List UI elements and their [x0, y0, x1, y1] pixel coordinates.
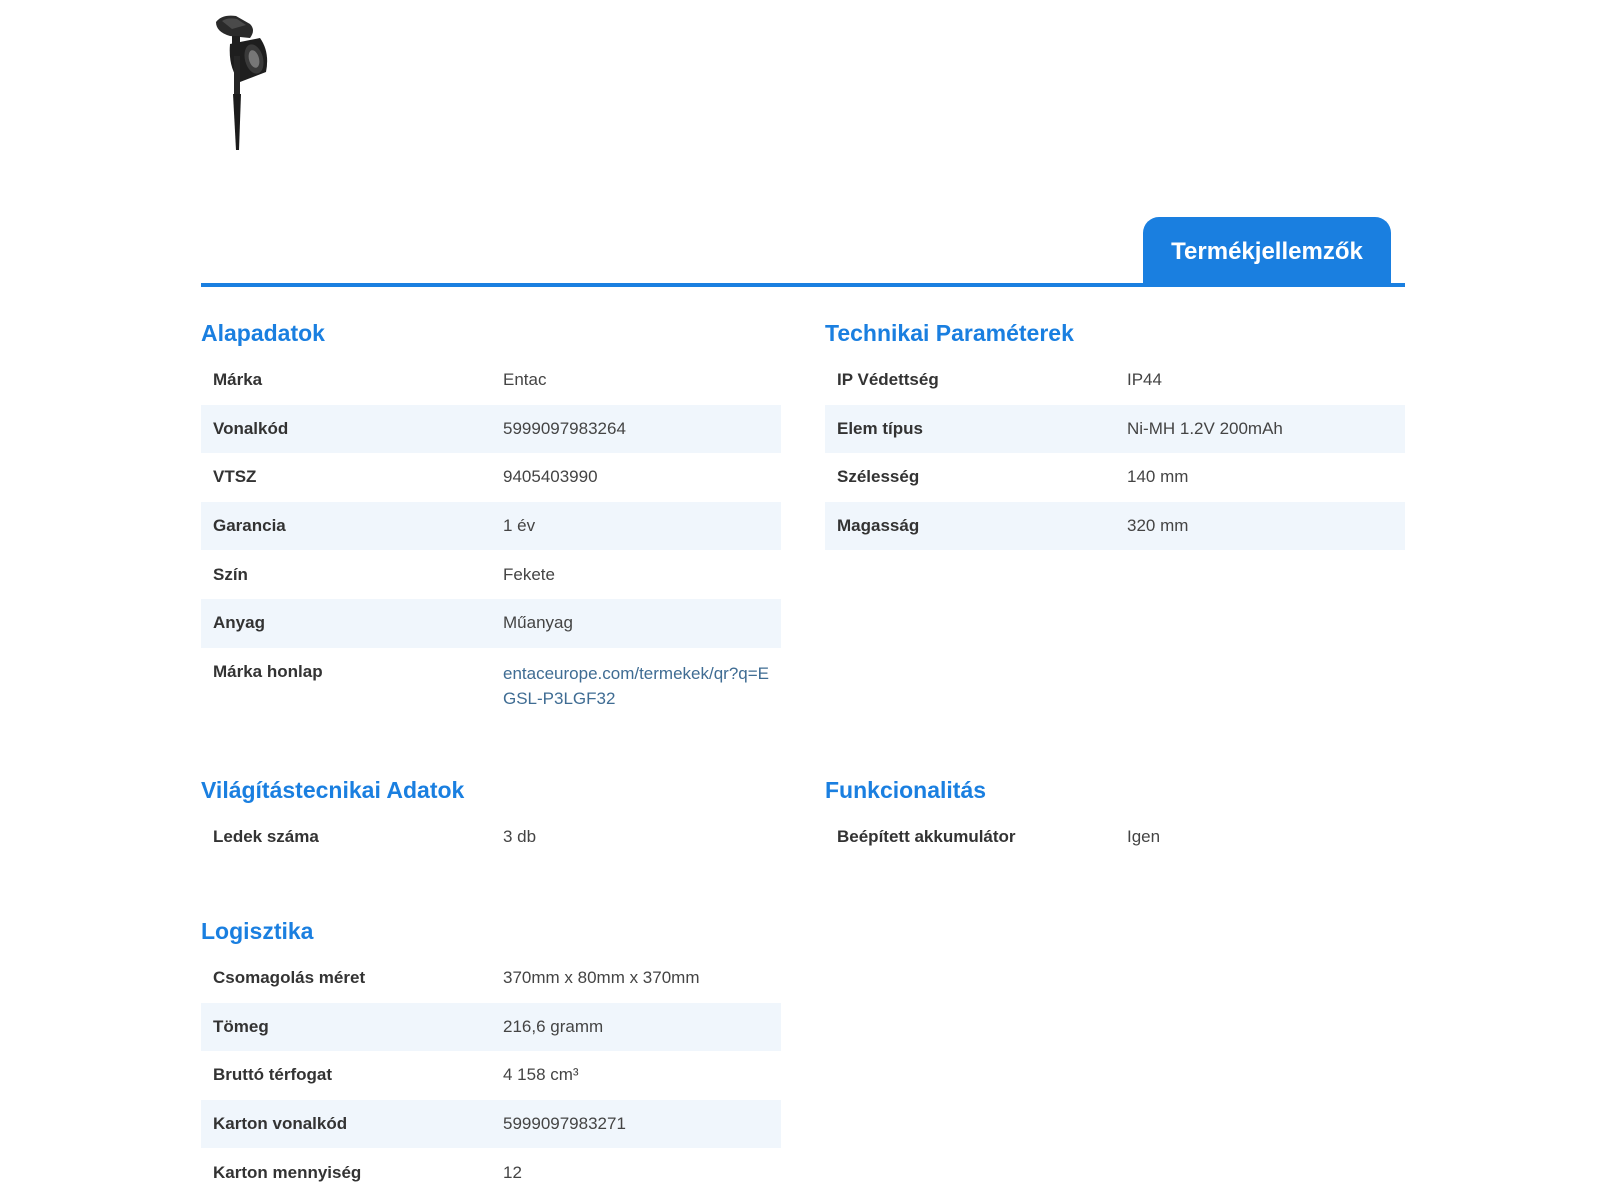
spec-value: 5999097983271: [491, 1099, 781, 1149]
table-row: VTSZ 9405403990: [201, 453, 781, 502]
spec-key: Elem típus: [825, 404, 1115, 454]
section-title: Technikai Paraméterek: [825, 320, 1074, 346]
spec-table: Márka Entac Vonalkód 5999097983264 VTSZ …: [201, 356, 781, 719]
table-row: Csomagolás méret 370mm x 80mm x 370mm: [201, 954, 781, 1003]
tab-bar: Termékjellemzők: [201, 217, 1405, 287]
table-row: Karton mennyiség 12: [201, 1148, 781, 1197]
spec-value: Műanyag: [491, 598, 781, 648]
spec-value: 5999097983264: [491, 404, 781, 454]
spec-key: Tömeg: [201, 1002, 491, 1052]
table-row: Szín Fekete: [201, 550, 781, 599]
table-row: Szélesség 140 mm: [825, 453, 1405, 502]
solar-spot-lamp-icon: [216, 15, 268, 150]
table-row: IP Védettség IP44: [825, 356, 1405, 405]
table-row: Anyag Műanyag: [201, 598, 781, 648]
table-row: Ledek száma 3 db: [201, 813, 781, 862]
section-vilagitastechnikai-adatok: Világítástecnikai Adatok Ledek száma 3 d…: [201, 771, 781, 862]
spec-value: Entac: [503, 370, 547, 390]
spec-value: 216,6 gramm: [491, 1002, 781, 1052]
spec-key: Magasság: [825, 501, 1115, 551]
section-funkcionalitas: Funkcionalitás Beépített akkumulátor Ige…: [825, 771, 1405, 862]
spec-value: 320 mm: [1115, 501, 1405, 551]
brand-homepage-link[interactable]: entaceurope.com/termekek/qr?q=EGSL-P3LGF…: [503, 664, 769, 708]
spec-value: entaceurope.com/termekek/qr?q=EGSL-P3LGF…: [491, 648, 781, 719]
section-title: Logisztika: [201, 918, 314, 944]
spec-key: Karton vonalkód: [201, 1099, 491, 1149]
spec-value: 140 mm: [1127, 467, 1189, 487]
section-logisztika: Logisztika Csomagolás méret 370mm x 80mm…: [201, 912, 781, 1197]
spec-table: IP Védettség IP44 Elem típus Ni-MH 1.2V …: [825, 356, 1405, 551]
table-row: Karton vonalkód 5999097983271: [201, 1099, 781, 1149]
spec-table: Beépített akkumulátor Igen: [825, 813, 1405, 862]
spec-key: Szín: [213, 564, 248, 584]
section-technikai-parameterek: Technikai Paraméterek IP Védettség IP44 …: [825, 314, 1405, 551]
spec-key: Garancia: [201, 501, 491, 551]
spec-key: Vonalkód: [201, 404, 491, 454]
spec-value: 4 158 cm³: [503, 1065, 579, 1085]
spec-table: Csomagolás méret 370mm x 80mm x 370mm Tö…: [201, 954, 781, 1197]
table-row: Márka Entac: [201, 356, 781, 405]
spec-key: Anyag: [201, 598, 491, 648]
spec-value: Fekete: [503, 564, 555, 584]
spec-key: Karton mennyiség: [213, 1162, 362, 1182]
product-image: [210, 12, 276, 152]
section-title: Alapadatok: [201, 320, 325, 346]
table-row: Tömeg 216,6 gramm: [201, 1002, 781, 1052]
spec-table: Ledek száma 3 db: [201, 813, 781, 862]
section-title: Funkcionalitás: [825, 777, 987, 803]
table-row: Elem típus Ni-MH 1.2V 200mAh: [825, 404, 1405, 454]
table-row: Márka honlap entaceurope.com/termekek/qr…: [201, 648, 781, 719]
spec-value: 1 év: [491, 501, 781, 551]
spec-key: Bruttó térfogat: [213, 1065, 332, 1085]
spec-key: Beépített akkumulátor: [837, 827, 1016, 847]
table-row: Bruttó térfogat 4 158 cm³: [201, 1051, 781, 1100]
spec-key: Szélesség: [837, 467, 920, 487]
spec-key: Csomagolás méret: [213, 968, 366, 988]
spec-value: IP44: [1127, 370, 1162, 390]
spec-value: Ni-MH 1.2V 200mAh: [1115, 404, 1405, 454]
spec-key: Márka honlap: [213, 661, 323, 681]
spec-value: 370mm x 80mm x 370mm: [503, 968, 700, 988]
spec-value: 12: [503, 1162, 522, 1182]
spec-value: Igen: [1127, 827, 1161, 847]
spec-value: 9405403990: [503, 467, 598, 487]
table-row: Garancia 1 év: [201, 501, 781, 551]
tab-termekjellemzok[interactable]: Termékjellemzők: [1143, 217, 1391, 287]
table-row: Vonalkód 5999097983264: [201, 404, 781, 454]
spec-key: Márka: [213, 370, 263, 390]
spec-key: IP Védettség: [837, 370, 939, 390]
section-title: Világítástecnikai Adatok: [201, 777, 465, 803]
section-alapadatok: Alapadatok Márka Entac Vonalkód 59990979…: [201, 314, 781, 719]
table-row: Magasság 320 mm: [825, 501, 1405, 551]
spec-value: 3 db: [503, 827, 537, 847]
table-row: Beépített akkumulátor Igen: [825, 813, 1405, 862]
spec-key: VTSZ: [213, 467, 257, 487]
spec-key: Ledek száma: [213, 827, 319, 847]
